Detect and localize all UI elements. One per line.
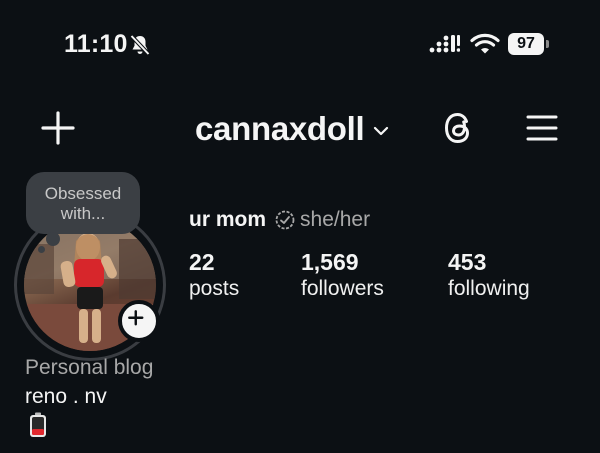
stat-posts-label: posts	[189, 277, 240, 300]
bell-slash-icon	[130, 34, 150, 56]
battery-icon: 97	[508, 33, 550, 55]
stat-following-value: 453	[448, 249, 487, 275]
stat-posts-value: 22	[189, 249, 215, 275]
note-text-line1: Obsessed	[44, 184, 122, 203]
stat-followers-label: followers	[301, 277, 384, 300]
note-bubble-tail-dot	[38, 246, 45, 253]
note-text-line2: with...	[60, 204, 106, 223]
display-name: ur mom	[189, 208, 267, 231]
status-time: 11:10	[64, 30, 128, 58]
profile-category: Personal blog	[25, 356, 154, 379]
stat-following-label: following	[448, 277, 530, 300]
note-bubble[interactable]: Obsessed with...	[26, 172, 140, 234]
name-row: ur mom she/her	[189, 208, 370, 232]
stat-following[interactable]: 453 following	[448, 248, 530, 302]
create-plus-button[interactable]	[40, 110, 76, 146]
cellular-signal-icon	[429, 35, 460, 53]
threads-icon[interactable]	[440, 109, 478, 147]
account-switcher[interactable]: cannaxdoll	[195, 108, 390, 150]
battery-level: 97	[508, 33, 544, 55]
stat-posts[interactable]: 22 posts	[189, 248, 239, 302]
pronouns: she/her	[300, 208, 371, 231]
stat-followers[interactable]: 1,569 followers	[301, 248, 384, 302]
chevron-down-icon	[374, 126, 389, 136]
bio-text: reno . nv	[25, 385, 107, 408]
menu-hamburger-icon[interactable]	[525, 112, 559, 144]
note-bubble-tail	[46, 232, 60, 246]
username: cannaxdoll	[195, 110, 365, 147]
verified-badge-outline-icon	[275, 210, 295, 230]
wifi-icon	[470, 33, 500, 54]
add-story-plus-button[interactable]	[118, 300, 160, 342]
battery-low-icon	[30, 412, 46, 437]
stat-followers-value: 1,569	[301, 249, 359, 275]
